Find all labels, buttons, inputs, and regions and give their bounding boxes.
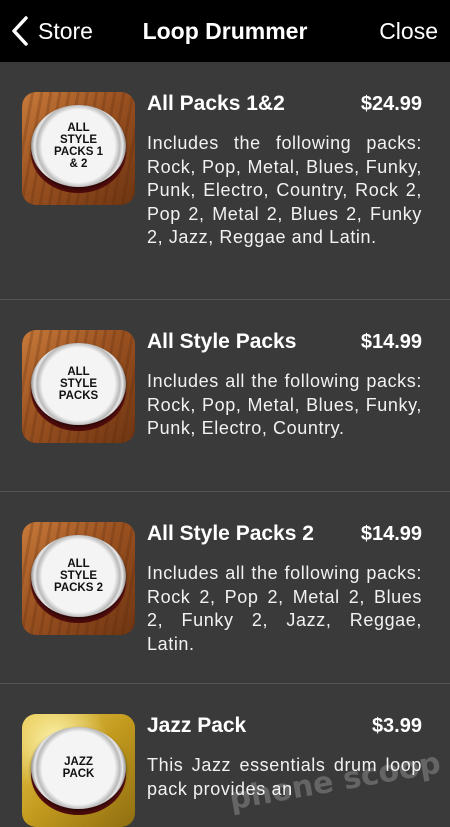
thumbnail-label: ALL STYLE PACKS [58, 366, 99, 402]
pack-price[interactable]: $14.99 [361, 331, 422, 354]
chevron-left-icon [12, 16, 28, 46]
pack-thumbnail: ALL STYLE PACKS 2 [22, 522, 135, 635]
drum-icon: ALL STYLE PACKS 2 [31, 535, 126, 623]
drum-head: ALL STYLE PACKS 1 & 2 [31, 105, 126, 187]
back-button[interactable]: Store [10, 0, 93, 62]
drum-head: ALL STYLE PACKS 2 [31, 535, 126, 617]
pack-description: Includes all the following packs: Rock 2… [147, 563, 422, 654]
pack-item[interactable]: ALL STYLE PACKS All Style Packs $14.99 I… [0, 300, 450, 492]
drum-head: ALL STYLE PACKS [31, 343, 126, 425]
pack-title: All Packs 1&2 [147, 92, 285, 115]
thumbnail-label: ALL STYLE PACKS 1 & 2 [54, 122, 103, 170]
pack-item[interactable]: ALL STYLE PACKS 1 & 2 All Packs 1&2 $24.… [0, 62, 450, 300]
pack-thumbnail: ALL STYLE PACKS [22, 330, 135, 443]
back-button-label: Store [38, 17, 93, 44]
thumbnail-label: JAZZ PACK [62, 756, 95, 780]
pack-description: Includes all the following packs: Rock, … [147, 371, 422, 438]
pack-list: ALL STYLE PACKS 1 & 2 All Packs 1&2 $24.… [0, 62, 450, 827]
drum-icon: JAZZ PACK [31, 727, 126, 815]
pack-description: Includes the following packs: Rock, Pop,… [147, 133, 422, 247]
drum-head: JAZZ PACK [31, 727, 126, 809]
pack-thumbnail: JAZZ PACK [22, 714, 135, 827]
pack-title: All Style Packs [147, 330, 297, 353]
pack-title: All Style Packs 2 [147, 522, 314, 545]
pack-thumbnail: ALL STYLE PACKS 1 & 2 [22, 92, 135, 205]
thumbnail-label: ALL STYLE PACKS 2 [54, 558, 103, 594]
pack-price[interactable]: $14.99 [361, 523, 422, 546]
pack-price[interactable]: $24.99 [361, 93, 422, 116]
close-button[interactable]: Close [379, 0, 438, 62]
pack-price[interactable]: $3.99 [372, 715, 422, 738]
drum-icon: ALL STYLE PACKS 1 & 2 [31, 105, 126, 193]
pack-title: Jazz Pack [147, 714, 247, 737]
navigation-bar: Store Loop Drummer Close [0, 0, 450, 62]
pack-item[interactable]: ALL STYLE PACKS 2 All Style Packs 2 $14.… [0, 492, 450, 684]
drum-icon: ALL STYLE PACKS [31, 343, 126, 431]
